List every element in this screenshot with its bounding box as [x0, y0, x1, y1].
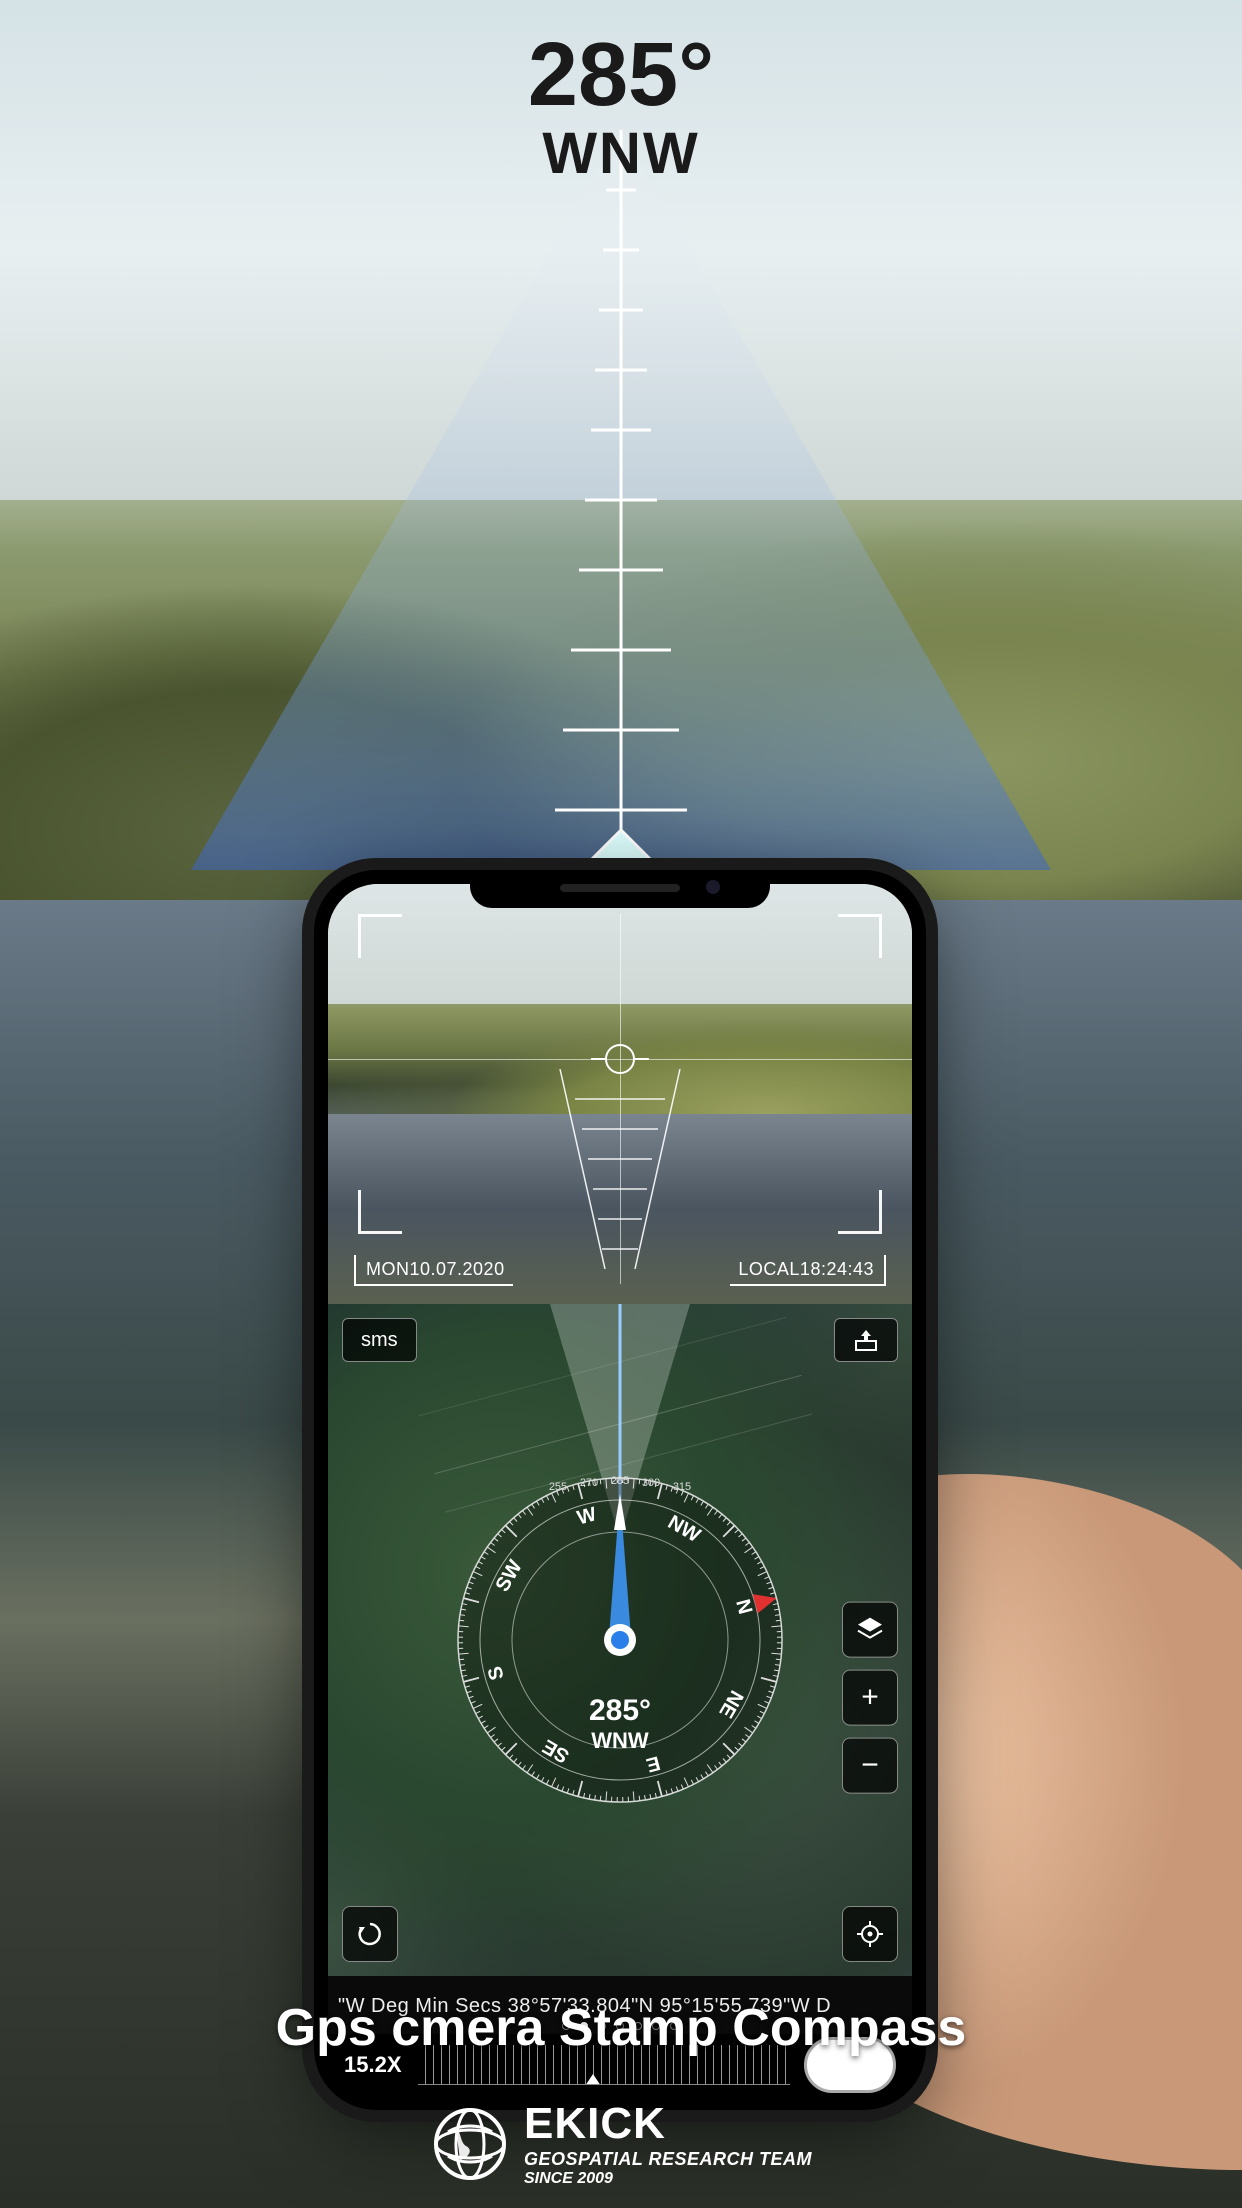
date-stamp: MON10.07.2020: [354, 1255, 513, 1286]
zoom-in-button[interactable]: +: [842, 1670, 898, 1726]
zoom-pointer-icon: [585, 2074, 601, 2085]
phone-frame: MON10.07.2020 LOCAL18:24:43 sms: [314, 870, 926, 2110]
svg-text:255: 255: [549, 1481, 567, 1493]
heading-direction: WNW: [0, 120, 1242, 187]
brand-logo: EKICK GEOSPATIAL RESEARCH TEAM SINCE 200…: [430, 2099, 812, 2188]
layers-button[interactable]: [842, 1602, 898, 1658]
phone-notch: [470, 870, 770, 908]
time-stamp: LOCAL18:24:43: [730, 1255, 886, 1286]
camera-viewfinder[interactable]: MON10.07.2020 LOCAL18:24:43: [328, 884, 912, 1304]
globe-icon: [430, 2104, 510, 2184]
brand-line1: GEOSPATIAL RESEARCH TEAM: [524, 2149, 812, 2170]
focus-frame: [358, 914, 882, 1234]
share-button[interactable]: [834, 1318, 898, 1362]
brand-name: EKICK: [524, 2099, 812, 2149]
crosshair-icon: [855, 1919, 885, 1949]
zoom-out-button[interactable]: −: [842, 1738, 898, 1794]
share-icon: [853, 1328, 879, 1352]
heading-overlay: 285° WNW: [0, 30, 1242, 187]
app-caption: Gps cmera Stamp Compass: [0, 1998, 1242, 2058]
compass-rose[interactable]: N NE E SE S SW W NW: [450, 1470, 790, 1810]
locate-button[interactable]: [842, 1906, 898, 1962]
svg-text:300: 300: [642, 1477, 660, 1489]
brand-line2: SINCE 2009: [524, 2170, 812, 2188]
refresh-icon: [355, 1919, 385, 1949]
layers-icon: [855, 1615, 885, 1645]
compass-readout: 285° WNW: [589, 1694, 651, 1754]
phone-screen: MON10.07.2020 LOCAL18:24:43 sms: [328, 884, 912, 2096]
sms-button[interactable]: sms: [342, 1318, 417, 1362]
svg-text:285: 285: [611, 1475, 629, 1487]
heading-degrees: 285°: [0, 30, 1242, 120]
svg-text:270: 270: [580, 1477, 598, 1489]
svg-text:315: 315: [673, 1481, 691, 1493]
refresh-button[interactable]: [342, 1906, 398, 1962]
map-view[interactable]: sms: [328, 1304, 912, 1976]
